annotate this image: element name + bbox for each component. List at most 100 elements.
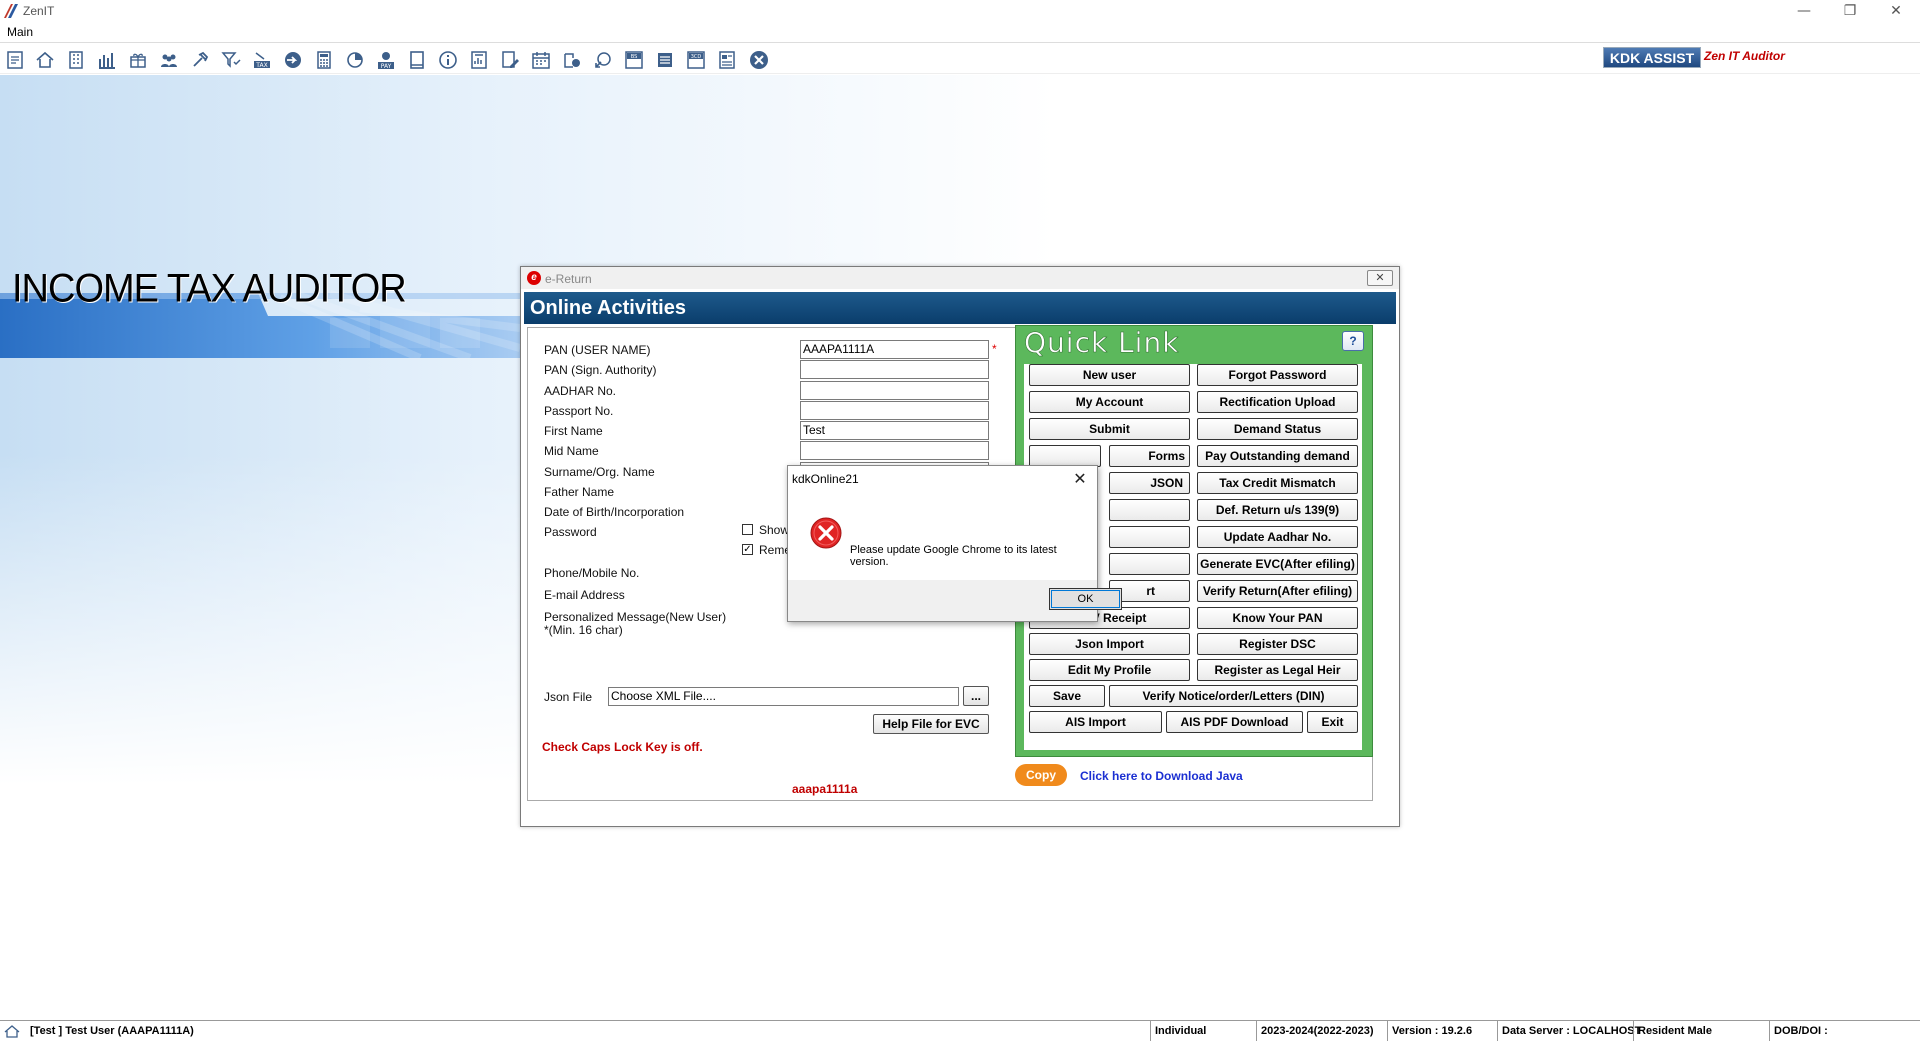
copy-button[interactable]: Copy: [1015, 764, 1067, 786]
pan-sign-input[interactable]: [800, 360, 989, 379]
browse-button[interactable]: ...: [963, 686, 989, 706]
zen-it-auditor-link[interactable]: Zen IT Auditor: [1704, 49, 1785, 63]
building-icon[interactable]: [65, 50, 87, 70]
export-icon[interactable]: [561, 50, 583, 70]
verify-notice-button[interactable]: Verify Notice/order/Letters (DIN): [1109, 685, 1358, 707]
hidden-button[interactable]: [1029, 445, 1101, 467]
exit-icon[interactable]: [748, 50, 770, 70]
submit-button[interactable]: Submit: [1029, 418, 1190, 440]
remember-checkbox[interactable]: ✓: [742, 544, 753, 555]
hidden-button-3[interactable]: [1109, 526, 1190, 548]
message-hint: *(Min. 16 char): [544, 623, 623, 637]
3cd-icon[interactable]: 3CD: [685, 50, 707, 70]
dialog-title: kdkOnline21: [792, 472, 859, 486]
new-user-button[interactable]: New user: [1029, 364, 1190, 386]
report-icon[interactable]: [468, 50, 490, 70]
register-legal-heir-button[interactable]: Register as Legal Heir: [1197, 659, 1358, 681]
pie-icon[interactable]: [344, 50, 366, 70]
hammer-icon[interactable]: [189, 50, 211, 70]
tax-credit-mismatch-button[interactable]: Tax Credit Mismatch: [1197, 472, 1358, 494]
banner-title: INCOME TAX AUDITOR: [12, 266, 407, 312]
mid-name-input[interactable]: [800, 441, 989, 460]
download-java-link[interactable]: Click here to Download Java: [1080, 769, 1243, 783]
dialog-close-button[interactable]: ✕: [1063, 466, 1097, 492]
pay-outstanding-demand-button[interactable]: Pay Outstanding demand: [1197, 445, 1358, 467]
rectification-upload-button[interactable]: Rectification Upload: [1197, 391, 1358, 413]
ereturn-close-button[interactable]: ✕: [1367, 270, 1393, 286]
calculator-icon[interactable]: [313, 50, 335, 70]
toolbar: TAX PAY BS 3CD KDK ASSIST Zen IT Auditor: [0, 42, 1920, 74]
ais-import-button[interactable]: AIS Import: [1029, 711, 1162, 733]
status-version: Version : 19.2.6: [1387, 1021, 1497, 1041]
svg-text:TAX: TAX: [255, 62, 267, 69]
def-return-button[interactable]: Def. Return u/s 139(9): [1197, 499, 1358, 521]
json-button[interactable]: JSON: [1109, 472, 1190, 494]
help-evc-button[interactable]: Help File for EVC: [873, 714, 989, 734]
import-icon[interactable]: [592, 50, 614, 70]
info-icon[interactable]: [437, 50, 459, 70]
phone-label: Phone/Mobile No.: [544, 566, 640, 580]
tax-icon[interactable]: TAX: [251, 50, 273, 70]
hidden-button-2[interactable]: [1109, 499, 1190, 521]
exit-button[interactable]: Exit: [1307, 711, 1358, 733]
save-button[interactable]: Save: [1029, 685, 1105, 707]
form-icon[interactable]: [716, 50, 738, 70]
register-dsc-button[interactable]: Register DSC: [1197, 633, 1358, 655]
kdk-assist-button[interactable]: KDK ASSIST: [1603, 47, 1701, 68]
error-icon: [810, 517, 842, 549]
close-button[interactable]: ✕: [1873, 0, 1919, 22]
minimize-button[interactable]: —: [1781, 0, 1827, 22]
gift-icon[interactable]: [127, 50, 149, 70]
pan-label: PAN (USER NAME): [544, 343, 651, 357]
filter-icon[interactable]: [220, 50, 242, 70]
bs-icon[interactable]: BS: [623, 50, 645, 70]
surname-label: Surname/Org. Name: [544, 465, 655, 479]
status-data-server: Data Server : LOCALHOST: [1497, 1021, 1641, 1041]
aadhar-input[interactable]: [800, 381, 989, 400]
svg-text:BS: BS: [631, 54, 638, 60]
json-import-button[interactable]: Json Import: [1029, 633, 1190, 655]
forms-button[interactable]: Forms: [1109, 445, 1190, 467]
ais-pdf-download-button[interactable]: AIS PDF Download: [1166, 711, 1303, 733]
stack-icon[interactable]: [654, 50, 676, 70]
know-your-pan-button[interactable]: Know Your PAN: [1197, 607, 1358, 629]
restore-button[interactable]: ❐: [1827, 0, 1873, 22]
bar-chart-icon[interactable]: [96, 50, 118, 70]
svg-text:PAY: PAY: [381, 63, 392, 70]
users-icon[interactable]: [158, 50, 180, 70]
user-code: aaapa1111a: [792, 782, 858, 796]
forgot-password-button[interactable]: Forgot Password: [1197, 364, 1358, 386]
speed-icon[interactable]: [282, 50, 304, 70]
edit-doc-icon[interactable]: [499, 50, 521, 70]
menu-main[interactable]: Main: [7, 25, 33, 39]
first-name-label: First Name: [544, 424, 603, 438]
dob-label: Date of Birth/Incorporation: [544, 505, 685, 519]
edit-my-profile-button[interactable]: Edit My Profile: [1029, 659, 1190, 681]
svg-text:3CD: 3CD: [691, 54, 702, 60]
receipt-icon[interactable]: [4, 50, 26, 70]
book-icon[interactable]: [406, 50, 428, 70]
error-dialog: kdkOnline21 ✕ Please update Google Chrom…: [787, 465, 1122, 622]
dialog-message: Please update Google Chrome to its lates…: [850, 544, 1057, 568]
home-icon[interactable]: [34, 50, 56, 70]
verify-return-button[interactable]: Verify Return(After efiling): [1197, 580, 1358, 602]
json-file-input[interactable]: Choose XML File....: [608, 687, 959, 706]
show-password-label: Show: [759, 523, 790, 537]
pan-input[interactable]: AAAPA1111A: [800, 340, 989, 359]
hidden-button-4[interactable]: [1109, 553, 1190, 575]
update-aadhar-button[interactable]: Update Aadhar No.: [1197, 526, 1358, 548]
generate-evc-button[interactable]: Generate EVC(After efiling): [1197, 553, 1358, 575]
show-password-checkbox[interactable]: [742, 524, 753, 535]
dialog-ok-button[interactable]: OK: [1049, 588, 1122, 610]
aadhar-label: AADHAR No.: [544, 384, 617, 398]
help-icon[interactable]: ?: [1342, 331, 1364, 351]
passport-input[interactable]: [800, 401, 989, 420]
pay-icon[interactable]: PAY: [375, 50, 397, 70]
my-account-button[interactable]: My Account: [1029, 391, 1190, 413]
demand-status-button[interactable]: Demand Status: [1197, 418, 1358, 440]
status-bar: [Test ] Test User (AAAPA1111A) Individua…: [0, 1020, 1920, 1041]
first-name-input[interactable]: Test: [800, 421, 989, 440]
ereturn-logo-icon: e: [527, 271, 541, 285]
pan-sign-label: PAN (Sign. Authority): [544, 363, 657, 377]
calendar-icon[interactable]: [530, 50, 552, 70]
